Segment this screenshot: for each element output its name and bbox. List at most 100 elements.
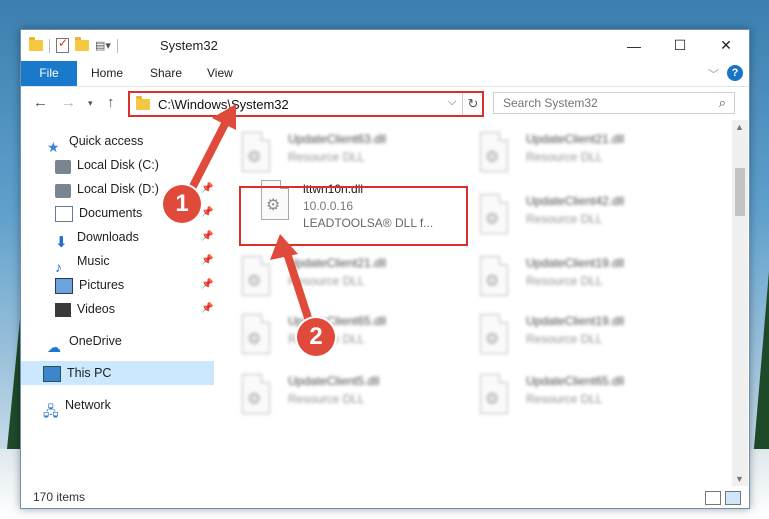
dll-file-icon: ⚙: [476, 132, 510, 174]
sidebar-item-label: Documents: [79, 206, 143, 220]
dll-file-icon: ⚙: [476, 256, 510, 298]
address-bar[interactable]: C:\Windows\System32 ⌵ ↻: [128, 91, 484, 117]
new-folder-icon[interactable]: [75, 37, 89, 51]
sidebar-item-pictures[interactable]: Pictures 📌: [55, 273, 215, 297]
file-name: UpdateClient65.dll: [526, 374, 625, 388]
sidebar-item-local-disk-c[interactable]: Local Disk (C:): [55, 153, 215, 177]
network-icon: 🖧: [43, 402, 59, 419]
tab-share[interactable]: Share: [141, 61, 191, 86]
sidebar-item-label: Videos: [77, 302, 115, 316]
close-button[interactable]: ✕: [703, 30, 749, 61]
dll-file-icon: ⚙: [476, 194, 510, 236]
pc-icon: [43, 365, 61, 382]
sidebar-item-onedrive[interactable]: ☁ OneDrive: [47, 329, 122, 355]
dll-file-icon: ⚙: [238, 314, 272, 356]
large-icons-view-icon[interactable]: [725, 491, 741, 505]
scroll-down-icon[interactable]: ▼: [735, 474, 744, 484]
expand-ribbon-chevron-icon[interactable]: ﹀: [708, 66, 719, 82]
sidebar-item-network[interactable]: 🖧 Network: [43, 393, 111, 419]
file-list: ⚙ UpdateClient63.dll Resource DLL ⚙ Upda…: [221, 120, 731, 486]
sidebar-item-label: Network: [65, 398, 111, 412]
sidebar-item-quick-access[interactable]: ★ Quick access: [47, 129, 144, 155]
status-bar: 170 items: [21, 486, 749, 508]
list-item[interactable]: ⚙ UpdateClient21.dll Resource DLL: [461, 122, 691, 178]
recent-locations-chevron-icon[interactable]: ▾: [88, 98, 93, 109]
address-path[interactable]: C:\Windows\System32: [158, 97, 289, 112]
vertical-scrollbar[interactable]: ▲ ▼: [732, 120, 748, 486]
sidebar-item-label: Downloads: [77, 230, 139, 244]
scrollbar-thumb[interactable]: [735, 168, 745, 216]
quick-access-toolbar: ▤▾: [29, 36, 118, 53]
navigation-pane: ★ Quick access Local Disk (C:) Local Disk…: [21, 120, 214, 486]
customize-toolbar-icon[interactable]: ▤▾: [95, 39, 111, 52]
window-title: System32: [160, 38, 218, 53]
step-2-badge: 2: [297, 318, 335, 356]
list-item[interactable]: ⚙ UpdateClient21.dll Resource DLL: [223, 246, 453, 302]
up-arrow-icon[interactable]: ↑: [107, 94, 115, 111]
search-icon[interactable]: ⌕: [719, 95, 726, 111]
back-arrow-icon[interactable]: ←: [33, 94, 48, 111]
music-icon: ♪: [55, 258, 62, 275]
tab-file[interactable]: File: [21, 61, 77, 86]
properties-icon[interactable]: [56, 36, 69, 53]
dll-file-icon: ⚙: [238, 132, 272, 174]
dll-file-icon: ⚙: [238, 374, 272, 416]
file-name: UpdateClient42.dll: [526, 194, 625, 208]
folder-icon: [136, 96, 150, 110]
pin-icon: 📌: [201, 183, 214, 194]
file-type: Resource DLL: [526, 274, 603, 288]
file-name: UpdateClient5.dll: [288, 374, 380, 388]
pin-icon: 📌: [201, 255, 214, 266]
forward-arrow-icon[interactable]: →: [61, 94, 76, 111]
file-type: Resource DLL: [526, 392, 603, 406]
search-box[interactable]: ⌕: [493, 92, 735, 114]
file-type: Resource DLL: [288, 392, 365, 406]
document-icon: [55, 205, 73, 222]
file-type: Resource DLL: [288, 274, 365, 288]
disk-icon: [55, 184, 71, 199]
sidebar-item-music[interactable]: ♪ Music 📌: [55, 249, 215, 275]
file-name: UpdateClient19.dll: [526, 256, 625, 270]
file-name: UpdateClient21.dll: [526, 132, 625, 146]
divider: [49, 38, 50, 53]
list-item[interactable]: ⚙ UpdateClient65.dll Resource DLL: [461, 364, 691, 420]
navigation-bar: ← → ▾ ↑ C:\Windows\System32 ⌵ ↻ ⌕: [21, 87, 749, 119]
minimize-button[interactable]: —: [611, 30, 657, 61]
list-item[interactable]: ⚙ UpdateClient63.dll Resource DLL: [223, 122, 453, 178]
sidebar-item-label: OneDrive: [69, 334, 122, 348]
file-type: Resource DLL: [526, 332, 603, 346]
file-name: UpdateClient63.dll: [288, 132, 387, 146]
sidebar-item-this-pc[interactable]: This PC: [21, 361, 214, 385]
divider: [116, 38, 118, 53]
list-item[interactable]: ⚙ UpdateClient5.dll Resource DLL: [223, 364, 453, 420]
help-icon[interactable]: ?: [727, 65, 743, 81]
details-view-icon[interactable]: [705, 491, 721, 505]
sidebar-item-label: Pictures: [79, 278, 125, 292]
sidebar-item-label: This PC: [67, 366, 112, 380]
maximize-button[interactable]: ☐: [657, 30, 703, 61]
list-item[interactable]: ⚙ UpdateClient19.dll Resource DLL: [461, 246, 691, 302]
tab-home[interactable]: Home: [82, 61, 132, 86]
step-1-badge: 1: [163, 185, 201, 223]
file-name: UpdateClient19.dll: [526, 314, 625, 328]
sidebar-item-label: Local Disk (C:): [77, 158, 159, 172]
dll-file-icon: ⚙: [238, 256, 272, 298]
sidebar-item-label: Music: [77, 254, 110, 268]
list-item[interactable]: ⚙ UpdateClient42.dll Resource DLL: [461, 184, 691, 240]
sidebar-item-downloads[interactable]: ⬇ Downloads 📌: [55, 225, 215, 251]
address-dropdown-chevron-icon[interactable]: ⌵: [448, 96, 456, 109]
download-icon: ⬇: [55, 233, 68, 251]
list-item[interactable]: ⚙ UpdateClient65.dll Resource DLL: [223, 304, 453, 360]
list-item[interactable]: ⚙ UpdateClient19.dll Resource DLL: [461, 304, 691, 360]
sidebar-item-videos[interactable]: Videos 📌: [55, 297, 215, 321]
folder-icon[interactable]: [29, 37, 43, 51]
search-input[interactable]: [501, 95, 705, 111]
pin-icon: 📌: [201, 231, 214, 242]
pin-icon: 📌: [201, 303, 214, 314]
star-icon: ★: [47, 138, 60, 155]
sidebar-item-label: Quick access: [69, 134, 144, 148]
tab-view[interactable]: View: [198, 61, 242, 86]
refresh-icon[interactable]: ↻: [462, 93, 483, 115]
scroll-up-icon[interactable]: ▲: [735, 122, 744, 132]
pin-icon: 📌: [201, 207, 214, 218]
